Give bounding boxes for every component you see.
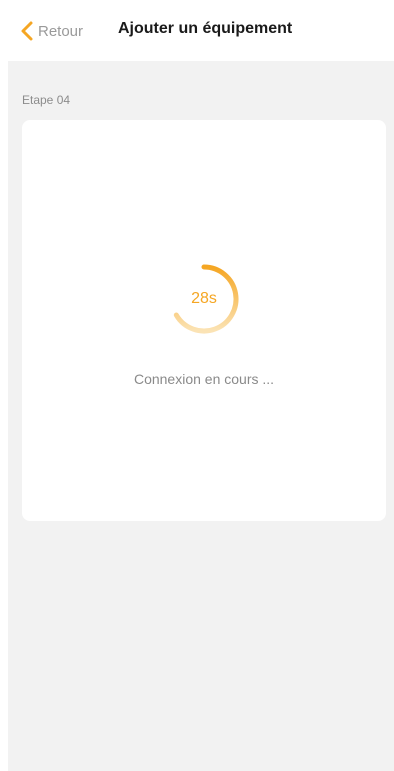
page-title: Ajouter un équipement [118,20,293,37]
connection-card: 28s Connexion en cours ... [22,120,386,521]
connection-status-text: Connexion en cours ... [133,371,275,387]
countdown-timer: 28s [191,290,217,307]
back-label: Retour [38,22,84,40]
app-screen: Retour Ajouter un équipement Etape 04 28… [8,0,394,771]
step-label: Etape 04 [22,93,71,107]
chevron-left-icon [20,20,34,42]
top-navigation-bar: Retour Ajouter un équipement [8,0,394,61]
back-button[interactable]: Retour [20,18,83,44]
progress-ring-icon: 28s [166,261,242,337]
